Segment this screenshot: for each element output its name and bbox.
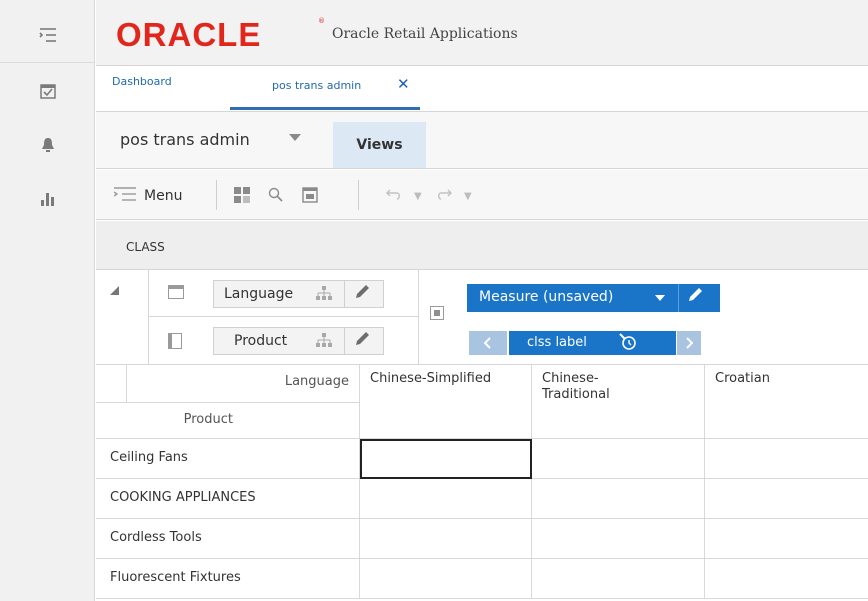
divider — [148, 316, 418, 317]
grid-cell[interactable] — [532, 559, 705, 599]
edit-pencil-icon[interactable] — [354, 331, 370, 351]
views-button[interactable]: Views — [333, 122, 426, 168]
grid-cell[interactable] — [705, 439, 868, 479]
menu-icon[interactable] — [113, 187, 138, 205]
previous-measure-button[interactable] — [469, 331, 507, 355]
grid-cell[interactable] — [532, 519, 705, 559]
row-header[interactable]: Cordless Tools — [96, 519, 360, 559]
grid-cell[interactable] — [532, 439, 705, 479]
divider — [344, 281, 345, 307]
left-nav-rail — [0, 0, 95, 601]
undo-dropdown-icon[interactable]: ▼ — [414, 191, 422, 202]
product-dimension-tile[interactable]: Product — [213, 327, 384, 355]
data-grid: Language Product Chinese-Simplified Chin… — [96, 365, 868, 601]
rail-divider — [0, 62, 95, 63]
row-header[interactable]: Fluorescent Fixtures — [96, 559, 360, 599]
divider — [148, 270, 149, 364]
tab-dashboard[interactable]: Dashboard — [112, 75, 172, 88]
active-tab-indicator — [230, 107, 420, 110]
next-measure-button[interactable] — [677, 331, 701, 355]
column-dimension-header: Language — [126, 365, 360, 403]
grid-cell[interactable] — [532, 479, 705, 519]
toolbar-divider — [216, 180, 217, 210]
edit-pencil-icon[interactable] — [354, 284, 370, 304]
row-axis-icon — [168, 285, 184, 299]
grid-cell[interactable] — [705, 559, 868, 599]
hierarchy-icon[interactable] — [316, 333, 332, 351]
divider — [344, 328, 345, 354]
grid-cell[interactable] — [360, 479, 532, 519]
pivot-configuration: Language Product Measure (unsaved) clss … — [96, 269, 868, 365]
class-panel: CLASS Language Product Measure (unsaved)… — [96, 221, 868, 601]
detach-window-icon[interactable] — [302, 187, 318, 207]
dimension-label: Product — [234, 333, 288, 349]
redo-icon[interactable] — [436, 187, 453, 205]
redo-dropdown-icon[interactable]: ▼ — [464, 191, 472, 202]
reset-icon[interactable] — [619, 333, 637, 355]
hierarchy-icon[interactable] — [316, 286, 332, 304]
corner-spacer — [96, 365, 126, 403]
notification-bell-icon[interactable] — [0, 124, 95, 166]
app-header: ORACLE ® Oracle Retail Applications — [96, 0, 868, 66]
column-header[interactable]: Chinese-Traditional — [532, 365, 705, 439]
row-header[interactable]: COOKING APPLIANCES — [96, 479, 360, 519]
view-selector-row: pos trans admin Views — [96, 112, 868, 169]
task-list-icon[interactable] — [0, 14, 95, 56]
menu-button[interactable]: Menu — [144, 188, 182, 204]
view-name-dropdown[interactable]: pos trans admin — [120, 130, 250, 149]
grid-cell[interactable] — [705, 519, 868, 559]
column-header[interactable]: Croatian — [705, 365, 868, 439]
divider — [418, 270, 419, 364]
panel-title: CLASS — [126, 240, 165, 254]
search-icon[interactable] — [268, 187, 284, 207]
column-axis-icon — [168, 333, 182, 349]
bar-chart-icon[interactable] — [0, 178, 95, 220]
chevron-left-icon — [484, 337, 491, 349]
chevron-down-icon[interactable] — [655, 295, 665, 301]
measure-tile[interactable]: Measure (unsaved) — [467, 284, 720, 312]
row-dimension-header: Product — [96, 403, 360, 439]
page-axis-icon — [430, 306, 444, 320]
grid-cell[interactable] — [705, 479, 868, 519]
calendar-check-icon[interactable] — [0, 70, 95, 112]
oracle-logo: ORACLE — [116, 16, 262, 53]
language-dimension-tile[interactable]: Language — [213, 280, 384, 308]
grid-cell[interactable] — [360, 519, 532, 559]
toolbar: Menu ▼ ▼ — [96, 170, 868, 220]
chevron-down-icon[interactable] — [289, 134, 301, 141]
chevron-right-icon — [686, 337, 693, 349]
app-title: Oracle Retail Applications — [332, 26, 518, 42]
collapse-toggle-icon[interactable] — [110, 286, 119, 295]
column-header[interactable]: Chinese-Simplified — [360, 365, 532, 439]
row-header[interactable]: Ceiling Fans — [96, 439, 360, 479]
registered-mark: ® — [318, 17, 325, 25]
layout-grid-icon[interactable] — [234, 187, 250, 207]
grid-cell[interactable] — [360, 439, 532, 479]
edit-pencil-icon[interactable] — [687, 287, 703, 307]
measure-value-selector[interactable]: clss label — [509, 331, 676, 355]
column-header-label: Chinese-Traditional — [542, 371, 610, 402]
measure-value-label: clss label — [527, 335, 587, 350]
dimension-label: Language — [224, 286, 294, 302]
measure-label: Measure (unsaved) — [479, 289, 614, 305]
undo-icon[interactable] — [385, 187, 402, 205]
close-tab-icon[interactable]: ✕ — [397, 75, 410, 93]
tab-bar: Dashboard pos trans admin ✕ — [96, 67, 868, 112]
toolbar-divider — [358, 180, 359, 210]
divider — [678, 284, 679, 312]
grid-cell[interactable] — [360, 559, 532, 599]
tab-pos-trans-admin[interactable]: pos trans admin — [272, 79, 361, 92]
